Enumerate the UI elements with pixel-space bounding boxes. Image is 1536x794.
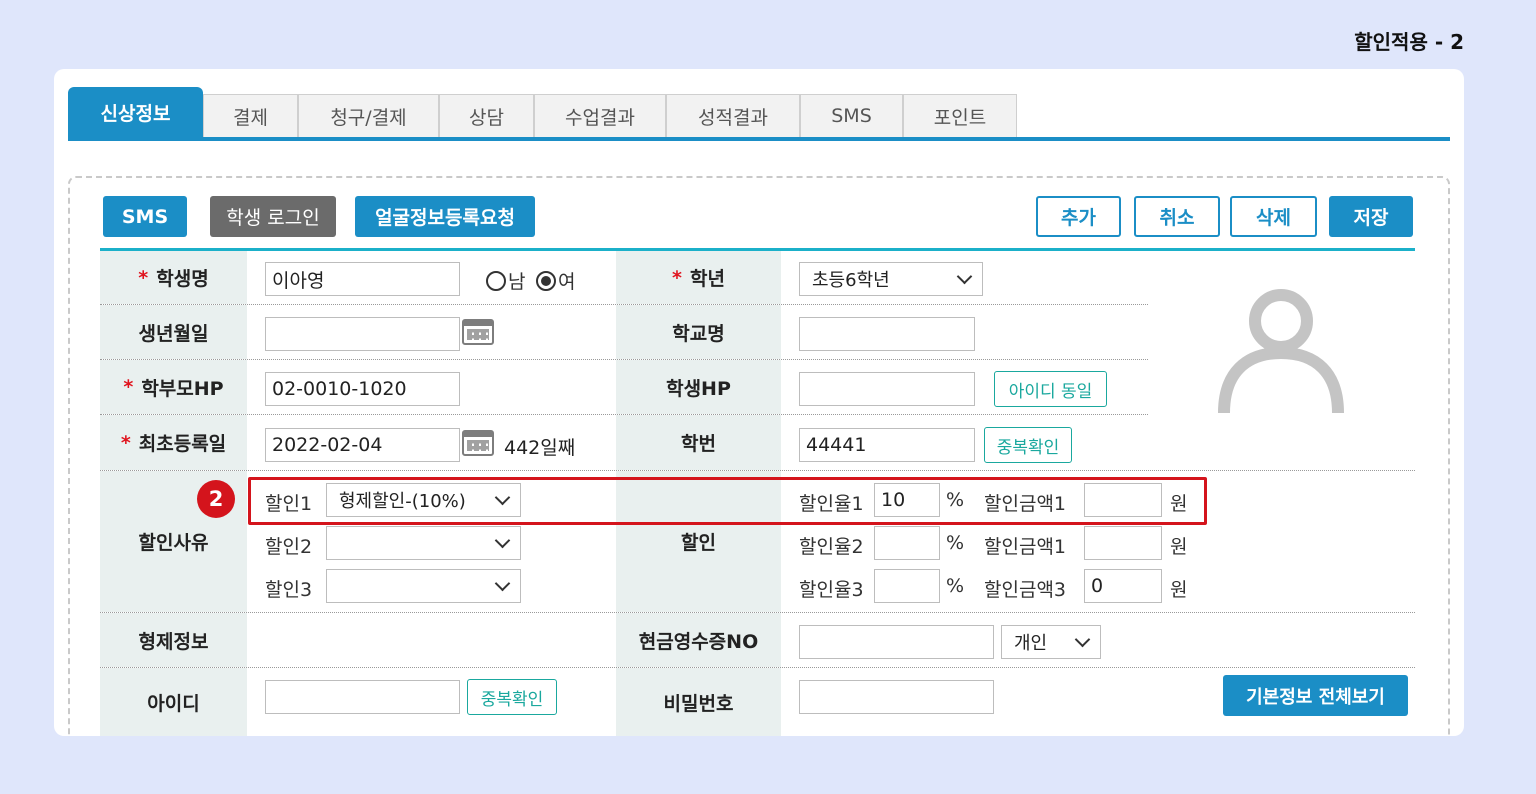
student-no-label: 학번 xyxy=(616,415,781,470)
cash-receipt-type-select[interactable]: 개인 xyxy=(1001,625,1101,659)
discount2-select[interactable] xyxy=(326,526,521,560)
student-info-card: 신상정보 결제 청구/결제 상담 수업결과 성적결과 SMS 포인트 SMS 학… xyxy=(54,69,1464,736)
student-hp-label: 학생HP xyxy=(616,360,781,414)
tab-points[interactable]: 포인트 xyxy=(903,94,1017,137)
tab-profile[interactable]: 신상정보 xyxy=(68,87,203,137)
discount-rate3-label: 할인율3 xyxy=(799,579,864,601)
parent-hp-label: * 학부모HP xyxy=(100,360,247,414)
parent-hp-input[interactable]: 02-0010-1020 xyxy=(265,372,460,406)
tab-payment[interactable]: 결제 xyxy=(203,94,298,137)
tab-sms[interactable]: SMS xyxy=(800,94,903,137)
sms-button[interactable]: SMS xyxy=(103,196,187,237)
discount-amount2-label: 할인금액1 xyxy=(984,536,1067,558)
chevron-down-icon xyxy=(494,532,511,548)
discount-rate2-input[interactable] xyxy=(874,526,940,560)
gender-male-radio[interactable]: 남 xyxy=(486,267,525,294)
sibling-info-label: 형제정보 xyxy=(100,613,247,667)
won-unit: 원 xyxy=(1170,536,1188,558)
id-label: 아이디 xyxy=(100,668,247,736)
chevron-down-icon xyxy=(956,268,973,284)
radio-selected-icon xyxy=(536,271,556,291)
discount3-label: 할인3 xyxy=(265,579,313,601)
discount-rate2-label: 할인율2 xyxy=(799,536,864,558)
same-as-id-button[interactable]: 아이디 동일 xyxy=(994,371,1107,407)
student-hp-input[interactable] xyxy=(799,372,975,406)
discount2-label: 할인2 xyxy=(265,536,313,558)
tab-billing[interactable]: 청구/결제 xyxy=(298,94,439,137)
student-login-button[interactable]: 학생 로그인 xyxy=(210,196,336,237)
step-badge: 2 xyxy=(197,480,235,518)
radio-icon xyxy=(486,271,506,291)
school-input[interactable] xyxy=(799,317,975,351)
first-registration-label: * 최초등록일 xyxy=(100,415,247,470)
discount3-select[interactable] xyxy=(326,569,521,603)
tab-bar: 신상정보 결제 청구/결제 상담 수업결과 성적결과 SMS 포인트 xyxy=(68,87,1450,141)
tab-grade-results[interactable]: 성적결과 xyxy=(666,94,800,137)
save-button[interactable]: 저장 xyxy=(1329,196,1413,237)
first-registration-input[interactable]: 2022-02-04 xyxy=(265,428,460,462)
face-register-request-button[interactable]: 얼굴정보등록요청 xyxy=(355,196,535,237)
add-button[interactable]: 추가 xyxy=(1036,196,1121,237)
student-name-label: * 학생명 xyxy=(100,251,247,304)
cancel-button[interactable]: 취소 xyxy=(1134,196,1220,237)
tab-consult[interactable]: 상담 xyxy=(439,94,534,137)
delete-button[interactable]: 삭제 xyxy=(1230,196,1317,237)
grade-label: * 학년 xyxy=(616,251,781,304)
percent-unit: % xyxy=(946,575,965,597)
cash-receipt-input[interactable] xyxy=(799,625,994,659)
discount-amount3-label: 할인금액3 xyxy=(984,579,1067,601)
days-count: 442일째 xyxy=(504,437,576,459)
password-label: 비밀번호 xyxy=(616,668,781,736)
page-label: 할인적용 - 2 xyxy=(1354,30,1464,54)
gender-female-radio[interactable]: 여 xyxy=(536,267,575,294)
student-photo-placeholder[interactable] xyxy=(1216,261,1346,413)
birth-label: 생년월일 xyxy=(100,305,247,359)
won-unit: 원 xyxy=(1170,579,1188,601)
student-no-dup-check-button[interactable]: 중복확인 xyxy=(984,427,1072,463)
birth-input[interactable] xyxy=(265,317,460,351)
view-all-basic-info-button[interactable]: 기본정보 전체보기 xyxy=(1223,675,1408,716)
chevron-down-icon xyxy=(494,575,511,591)
discount-amount2-input[interactable] xyxy=(1084,526,1162,560)
id-dup-check-button[interactable]: 중복확인 xyxy=(467,679,557,715)
cash-receipt-label: 현금영수증NO xyxy=(616,613,781,667)
discount-rate3-input[interactable] xyxy=(874,569,940,603)
discount-amount3-input[interactable]: 0 xyxy=(1084,569,1162,603)
calendar-icon[interactable] xyxy=(462,430,494,456)
id-input[interactable] xyxy=(265,680,460,714)
discount1-highlight-box xyxy=(248,477,1207,525)
tab-class-results[interactable]: 수업결과 xyxy=(534,94,666,137)
grade-select[interactable]: 초등6학년 xyxy=(799,262,983,296)
student-name-input[interactable]: 이아영 xyxy=(265,262,460,296)
percent-unit: % xyxy=(946,532,965,554)
password-input[interactable] xyxy=(799,680,994,714)
calendar-icon[interactable] xyxy=(462,319,494,345)
student-no-input[interactable]: 44441 xyxy=(799,428,975,462)
person-icon xyxy=(1218,289,1344,413)
school-label: 학교명 xyxy=(616,305,781,359)
chevron-down-icon xyxy=(1074,631,1091,647)
